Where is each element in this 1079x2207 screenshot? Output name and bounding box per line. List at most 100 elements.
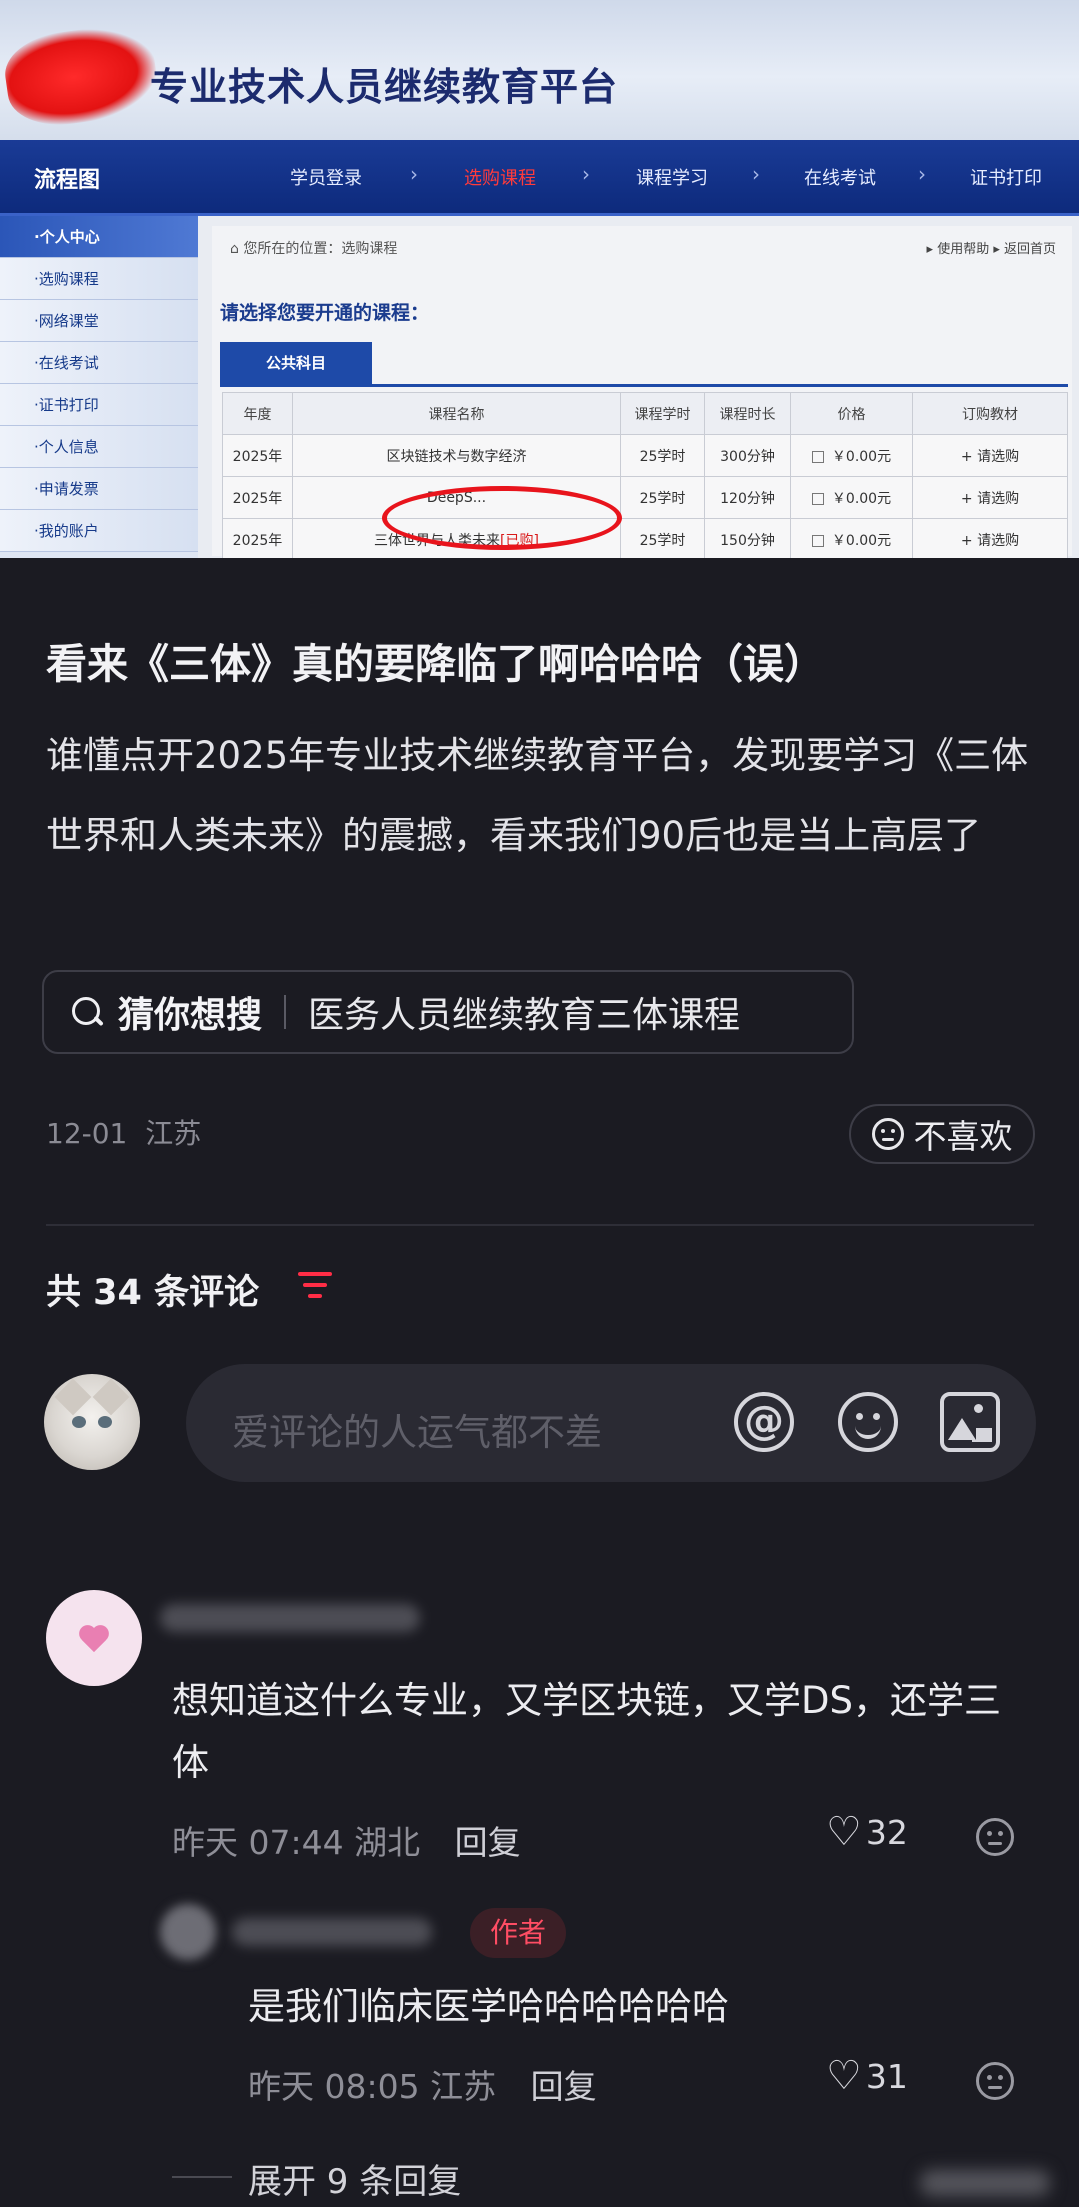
tab-public-subjects: 公共科目	[220, 342, 372, 384]
sidebar-item: ·在线考试	[0, 342, 198, 384]
col-header: 课程时长	[704, 392, 791, 435]
sort-icon[interactable]	[298, 1272, 332, 1300]
comment-location: 江苏	[430, 2067, 497, 2106]
sidebar-item: ·选购课程	[0, 258, 198, 300]
nav-step-select-course: 选购课程	[464, 168, 536, 189]
nav-step-exam: 在线考试	[804, 168, 876, 189]
comment-time: 昨天 07:44	[172, 1823, 344, 1862]
comment-meta: 昨天 08:05 江苏 回复	[248, 2060, 597, 2108]
expand-divider	[172, 2176, 232, 2178]
red-scribble-redaction	[0, 20, 162, 132]
heart-avatar-icon	[79, 1626, 109, 1652]
cell-action: + 请选购	[912, 434, 1068, 477]
cell-course-name: 区块链技术与数字经济	[292, 434, 621, 477]
sidebar-item: ·我的账户	[0, 510, 198, 552]
sidebar-item: ·网络课堂	[0, 300, 198, 342]
course-table: 年度 课程名称 课程学时 课程时长 价格 订购教材 2025年 区块链技术与数字…	[222, 392, 1068, 558]
nav-step-certificate: 证书打印	[970, 168, 1042, 189]
col-header: 课程学时	[620, 392, 705, 435]
checkbox-icon	[811, 450, 824, 463]
dislike-face-icon	[871, 1118, 904, 1150]
cell-year: 2025年	[222, 434, 293, 477]
help-links: ▸ 使用帮助 ▸ 返回首页	[926, 242, 1056, 257]
breadcrumb: ⌂ 您所在的位置：选购课程	[230, 241, 398, 257]
post-meta: 12-01 江苏	[46, 1112, 201, 1152]
dislike-button[interactable]: 不喜欢	[849, 1104, 1035, 1164]
my-avatar[interactable]	[44, 1374, 140, 1470]
comment-location: 湖北	[354, 1823, 421, 1862]
platform-banner: 专业技术人员继续教育平台	[0, 0, 1079, 140]
like-button[interactable]: ♡ 32	[826, 1812, 908, 1852]
dislike-face-icon[interactable]	[976, 2062, 1014, 2100]
table-row: 2025年 三体世界与人类未来[已购] 25学时 150分钟 ￥0.00元 + …	[222, 518, 1068, 558]
commenter-avatar[interactable]	[46, 1590, 142, 1686]
price-text: ￥0.00元	[831, 532, 892, 549]
sidebar-item: ·证书打印	[0, 384, 198, 426]
dislike-face-icon[interactable]	[976, 1818, 1014, 1856]
divider	[284, 995, 287, 1029]
sidebar-item: ·个人中心	[0, 216, 198, 258]
checkbox-icon	[811, 492, 824, 505]
price-text: ￥0.00元	[831, 448, 892, 465]
table-header-row: 年度 课程名称 课程学时 课程时长 价格 订购教材	[222, 392, 1068, 435]
like-count: 31	[865, 2056, 908, 2096]
like-button[interactable]: ♡ 31	[826, 2056, 908, 2096]
reply-button[interactable]: 回复	[455, 1823, 521, 1862]
comment-text: 是我们临床医学哈哈哈哈哈哈	[248, 1985, 729, 2028]
nav-separator: ›	[410, 162, 418, 186]
cell-duration: 300分钟	[704, 434, 791, 477]
platform-main: ⌂ 您所在的位置：选购课程 ▸ 使用帮助 ▸ 返回首页 请选择您要开通的课程： …	[212, 226, 1072, 558]
comment-input[interactable]: 爱评论的人运气都不差	[186, 1364, 1036, 1482]
col-header: 订购教材	[912, 392, 1068, 435]
cell-price: ￥0.00元	[790, 434, 913, 477]
sidebar-item: ·申请发票	[0, 468, 198, 510]
cell-hours: 25学时	[620, 434, 705, 477]
flow-label: 流程图	[34, 168, 101, 193]
cell-year: 2025年	[222, 518, 293, 558]
platform-nav: 流程图 学员登录 › 选购课程 › 课程学习 › 在线考试 › 证书打印	[0, 140, 1079, 216]
sidebar-item: ·个人信息	[0, 426, 198, 468]
comment-text: 想知道这什么专业，又学区块链，又学DS，还学三体	[172, 1679, 1001, 1784]
author-badge: 作者	[470, 1908, 566, 1958]
cell-price: ￥0.00元	[790, 476, 913, 519]
blurred-username	[160, 1604, 420, 1632]
dislike-label: 不喜欢	[913, 1117, 1013, 1156]
heart-icon: ♡	[826, 1809, 862, 1855]
nav-step-study: 课程学习	[636, 168, 708, 189]
breadcrumb-text: 您所在的位置：选购课程	[243, 241, 398, 257]
nav-separator: ›	[582, 162, 590, 186]
post-image[interactable]: 专业技术人员继续教育平台 流程图 学员登录 › 选购课程 › 课程学习 › 在线…	[0, 0, 1079, 558]
at-icon[interactable]	[734, 1392, 794, 1452]
blurred-username	[232, 1918, 432, 1946]
cell-price: ￥0.00元	[790, 518, 913, 558]
table-row: 2025年 区块链技术与数字经济 25学时 300分钟 ￥0.00元 + 请选购	[222, 434, 1068, 477]
nav-step-login: 学员登录	[290, 168, 362, 189]
image-icon[interactable]	[940, 1392, 1000, 1452]
heart-icon: ♡	[826, 2053, 862, 2099]
col-header: 价格	[790, 392, 913, 435]
guess-search-chip[interactable]: 猜你想搜 医务人员继续教育三体课程	[42, 970, 854, 1054]
nav-separator: ›	[918, 162, 926, 186]
post-location: 江苏	[145, 1117, 202, 1150]
checkbox-icon	[811, 534, 824, 547]
platform-title: 专业技术人员继续教育平台	[150, 65, 619, 109]
post-date: 12-01	[46, 1117, 128, 1150]
comment-placeholder: 爱评论的人运气都不差	[232, 1411, 602, 1454]
reply-button[interactable]: 回复	[531, 2067, 597, 2106]
guess-query: 医务人员继续教育三体课程	[308, 995, 741, 1036]
cell-year: 2025年	[222, 476, 293, 519]
author-avatar[interactable]	[160, 1904, 216, 1960]
cell-action: + 请选购	[912, 476, 1068, 519]
emoji-icon[interactable]	[838, 1392, 898, 1452]
cell-action: + 请选购	[912, 518, 1068, 558]
post-title: 看来《三体》真的要降临了啊哈哈哈（误）	[46, 640, 825, 688]
like-count: 32	[865, 1812, 908, 1852]
cell-hours: 25学时	[620, 476, 705, 519]
col-header: 年度	[222, 392, 293, 435]
cell-hours: 25学时	[620, 518, 705, 558]
expand-replies-button[interactable]: 展开 9 条回复	[248, 2154, 461, 2203]
guess-label: 猜你想搜	[118, 995, 263, 1036]
table-row: 2025年 DeepS... 25学时 120分钟 ￥0.00元 + 请选购	[222, 476, 1068, 519]
red-circle-annotation	[382, 486, 622, 550]
price-text: ￥0.00元	[831, 490, 892, 507]
